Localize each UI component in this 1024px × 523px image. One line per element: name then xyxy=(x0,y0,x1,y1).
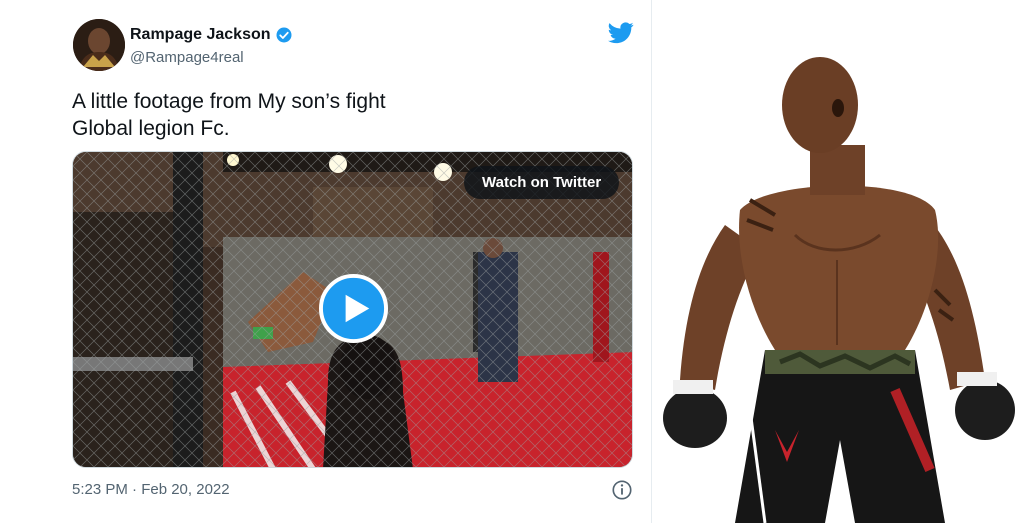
info-icon[interactable] xyxy=(611,479,633,501)
fighter-celebration-image xyxy=(663,57,1015,523)
play-icon[interactable] xyxy=(318,273,389,344)
display-name[interactable]: Rampage Jackson xyxy=(130,26,293,44)
display-name-text: Rampage Jackson xyxy=(130,26,271,43)
tweet-text: A little footage from My son’s fight Glo… xyxy=(72,88,632,142)
tweet-text-line: A little footage from My son’s fight xyxy=(72,90,386,113)
user-handle[interactable]: @Rampage4real xyxy=(130,49,244,66)
tweet-text-line: Global legion Fc. xyxy=(72,117,230,140)
verified-badge-icon xyxy=(276,27,292,43)
watch-on-twitter-button[interactable]: Watch on Twitter xyxy=(464,166,620,199)
tweet-embed: Rampage Jackson @Rampage4real A little f… xyxy=(0,0,652,523)
tweet-timestamp[interactable]: 5:23 PM · Feb 20, 2022 xyxy=(72,481,230,498)
avatar-image xyxy=(73,19,125,71)
avatar[interactable] xyxy=(73,19,125,71)
twitter-bird-icon[interactable] xyxy=(608,22,634,44)
